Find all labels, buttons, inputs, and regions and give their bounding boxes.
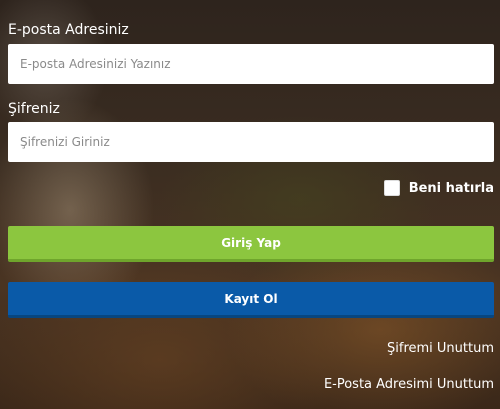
- remember-me-checkbox[interactable]: [383, 180, 400, 196]
- password-label: Şifreniz: [8, 101, 60, 117]
- remember-me-label: Beni hatırla: [408, 180, 494, 196]
- register-button[interactable]: Kayıt Ol: [8, 282, 494, 318]
- forgot-email-link[interactable]: E-Posta Adresimi Unuttum: [324, 377, 494, 392]
- password-field[interactable]: [8, 122, 494, 162]
- email-label: E-posta Adresiniz: [8, 22, 129, 38]
- forgot-password-link[interactable]: Şifremi Unuttum: [387, 341, 494, 356]
- login-button[interactable]: Giriş Yap: [8, 226, 494, 262]
- login-form: E-posta Adresiniz Şifreniz Beni hatırla …: [0, 0, 500, 409]
- email-field[interactable]: [8, 44, 494, 84]
- remember-me[interactable]: Beni hatırla: [383, 178, 494, 198]
